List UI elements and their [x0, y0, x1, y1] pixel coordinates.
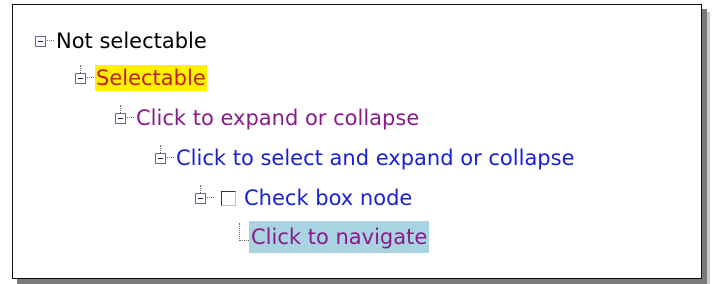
- treeview: Not selectable Selectable Click to expan…: [13, 5, 701, 278]
- treeview-panel: Not selectable Selectable Click to expan…: [12, 4, 702, 279]
- collapse-toggle-icon[interactable]: [35, 35, 46, 47]
- tree-node-selectable[interactable]: Selectable: [75, 62, 207, 94]
- collapse-toggle-icon[interactable]: [115, 104, 126, 124]
- tree-node-label: Not selectable: [56, 29, 207, 53]
- tree-node-label[interactable]: Check box node: [243, 185, 413, 211]
- node-checkbox[interactable]: [221, 190, 236, 206]
- tree-connector: [207, 197, 214, 199]
- tree-node-label-hover[interactable]: Click to navigate: [249, 221, 430, 253]
- tree-node-select-expand-collapse[interactable]: Click to select and expand or collapse: [155, 142, 576, 174]
- tree-connector: [87, 77, 94, 79]
- collapse-toggle-icon[interactable]: [195, 184, 206, 204]
- tree-node-label[interactable]: Click to expand or collapse: [135, 105, 420, 131]
- tree-node-not-selectable: Not selectable: [35, 25, 208, 57]
- tree-connector: [47, 40, 54, 42]
- tree-node-label-selected[interactable]: Selectable: [95, 65, 207, 91]
- tree-connector: [127, 117, 134, 119]
- collapse-toggle-icon[interactable]: [75, 64, 86, 84]
- tree-node-checkbox[interactable]: Check box node: [195, 182, 413, 214]
- tree-node-label[interactable]: Click to select and expand or collapse: [175, 145, 576, 171]
- tree-node-navigate[interactable]: Click to navigate: [239, 221, 430, 253]
- tree-node-expand-collapse[interactable]: Click to expand or collapse: [115, 102, 420, 134]
- tree-connector: [167, 157, 174, 159]
- tree-elbow-connector: [239, 223, 249, 241]
- collapse-toggle-icon[interactable]: [155, 144, 166, 164]
